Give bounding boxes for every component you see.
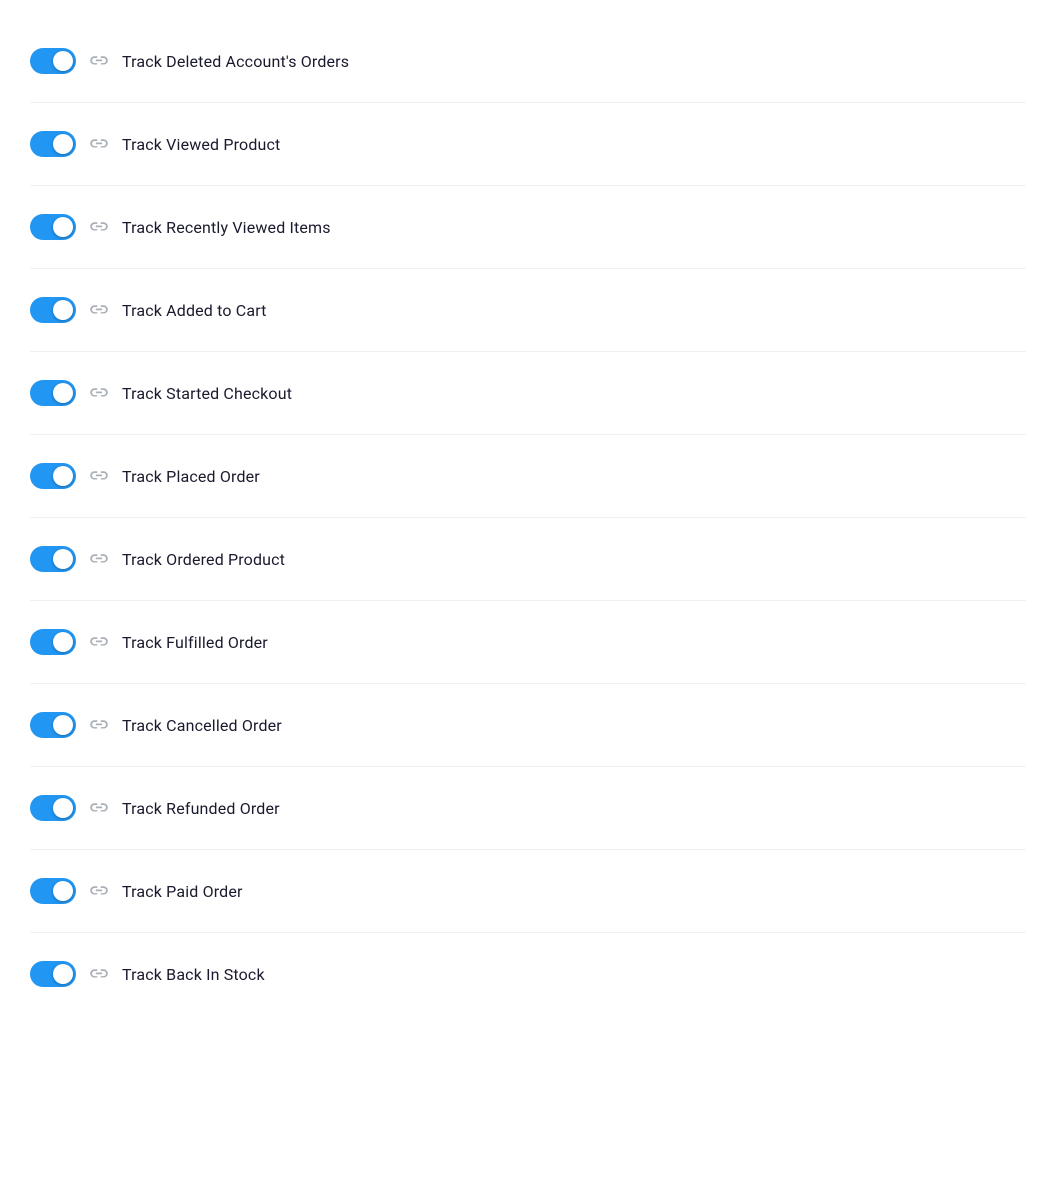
label-track-ordered-product: Track Ordered Product: [122, 550, 285, 569]
label-track-fulfilled-order: Track Fulfilled Order: [122, 633, 268, 652]
toggle-track-placed-order[interactable]: [30, 463, 76, 489]
link-icon: [88, 219, 110, 235]
setting-item: Track Recently Viewed Items: [30, 186, 1026, 269]
toggle-track-paid-order[interactable]: [30, 878, 76, 904]
setting-item: Track Paid Order: [30, 850, 1026, 933]
setting-item: Track Deleted Account's Orders: [30, 20, 1026, 103]
toggle-track-fulfilled-order[interactable]: [30, 629, 76, 655]
label-track-started-checkout: Track Started Checkout: [122, 384, 292, 403]
setting-item: Track Refunded Order: [30, 767, 1026, 850]
link-icon: [88, 966, 110, 982]
toggle-track-cancelled-order[interactable]: [30, 712, 76, 738]
link-icon: [88, 551, 110, 567]
label-track-deleted-account-orders: Track Deleted Account's Orders: [122, 52, 349, 71]
setting-item: Track Started Checkout: [30, 352, 1026, 435]
link-icon: [88, 717, 110, 733]
label-track-back-in-stock: Track Back In Stock: [122, 965, 265, 984]
setting-item: Track Added to Cart: [30, 269, 1026, 352]
label-track-added-to-cart: Track Added to Cart: [122, 301, 267, 320]
toggle-track-viewed-product[interactable]: [30, 131, 76, 157]
link-icon: [88, 468, 110, 484]
setting-item: Track Back In Stock: [30, 933, 1026, 1015]
label-track-cancelled-order: Track Cancelled Order: [122, 716, 282, 735]
label-track-placed-order: Track Placed Order: [122, 467, 260, 486]
setting-item: Track Ordered Product: [30, 518, 1026, 601]
link-icon: [88, 634, 110, 650]
toggle-track-recently-viewed-items[interactable]: [30, 214, 76, 240]
link-icon: [88, 800, 110, 816]
link-icon: [88, 53, 110, 69]
setting-item: Track Viewed Product: [30, 103, 1026, 186]
setting-item: Track Placed Order: [30, 435, 1026, 518]
link-icon: [88, 883, 110, 899]
label-track-paid-order: Track Paid Order: [122, 882, 243, 901]
toggle-track-deleted-account-orders[interactable]: [30, 48, 76, 74]
toggle-track-refunded-order[interactable]: [30, 795, 76, 821]
label-track-refunded-order: Track Refunded Order: [122, 799, 280, 818]
toggle-track-back-in-stock[interactable]: [30, 961, 76, 987]
label-track-viewed-product: Track Viewed Product: [122, 135, 280, 154]
setting-item: Track Cancelled Order: [30, 684, 1026, 767]
link-icon: [88, 385, 110, 401]
link-icon: [88, 136, 110, 152]
toggle-track-started-checkout[interactable]: [30, 380, 76, 406]
toggle-track-added-to-cart[interactable]: [30, 297, 76, 323]
setting-item: Track Fulfilled Order: [30, 601, 1026, 684]
label-track-recently-viewed-items: Track Recently Viewed Items: [122, 218, 331, 237]
settings-list: Track Deleted Account's Orders Track Vie…: [0, 0, 1056, 1035]
link-icon: [88, 302, 110, 318]
toggle-track-ordered-product[interactable]: [30, 546, 76, 572]
